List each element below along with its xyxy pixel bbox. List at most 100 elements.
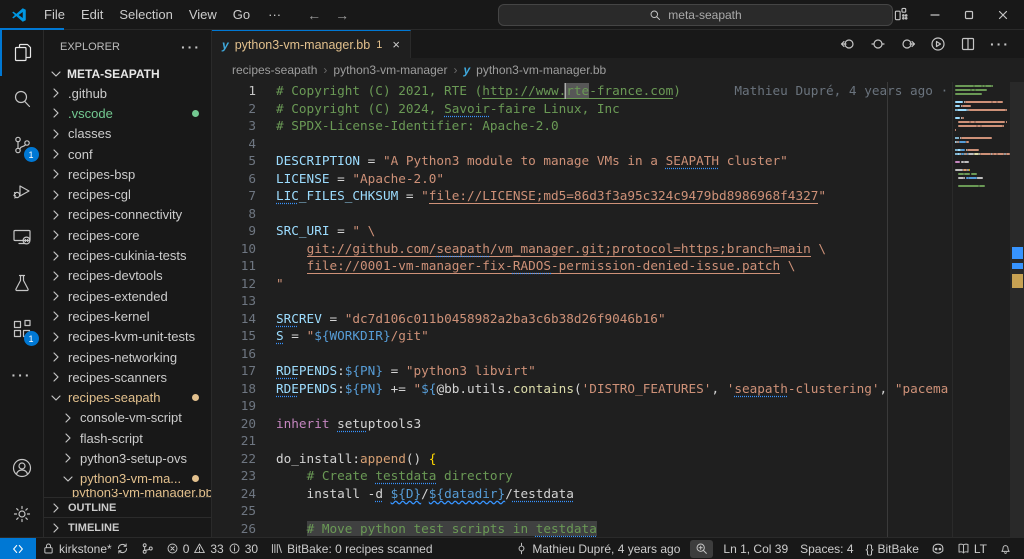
minimap[interactable] xyxy=(952,82,1010,537)
editor-scrollbar[interactable] xyxy=(1010,82,1024,537)
activity-testing-button[interactable] xyxy=(0,260,44,306)
outline-panel-header[interactable]: OUTLINE xyxy=(44,497,211,517)
tree-item-conf[interactable]: conf xyxy=(44,144,211,164)
previous-change-button[interactable] xyxy=(840,36,856,52)
tree-item-recipes-bsp[interactable]: recipes-bsp xyxy=(44,164,211,184)
code-line-25[interactable]: 25 xyxy=(212,502,1024,520)
code-line-6[interactable]: 6LICENSE = "Apache-2.0" xyxy=(212,170,1024,188)
tree-item-recipes-devtools[interactable]: recipes-devtools xyxy=(44,266,211,286)
tree-item-recipes-cukinia-tests[interactable]: recipes-cukinia-tests xyxy=(44,245,211,265)
tree-item-github[interactable]: .github xyxy=(44,83,211,103)
code-line-4[interactable]: 4 xyxy=(212,135,1024,153)
tree-item-python3-vm-manager-bb[interactable]: python3-vm-manager.bb xyxy=(44,489,211,497)
indentation-status[interactable]: Spaces: 4 xyxy=(794,538,859,559)
tab-python3-vm-manager[interactable]: y python3-vm-manager.bb 1 × xyxy=(212,30,411,58)
code-line-7[interactable]: 7LIC_FILES_CHKSUM = "file://LICENSE;md5=… xyxy=(212,187,1024,205)
activity-search-button[interactable] xyxy=(0,76,44,122)
nav-forward-button[interactable]: → xyxy=(335,7,349,23)
tree-item-python3-setup-ovs[interactable]: python3-setup-ovs xyxy=(44,448,211,468)
git-blame-status[interactable]: Mathieu Dupré, 4 years ago xyxy=(509,538,686,559)
code-line-1[interactable]: 1# Copyright (C) 2021, RTE (http://www.r… xyxy=(212,82,1024,100)
zoom-status-button[interactable] xyxy=(690,540,713,558)
activity-extensions-button[interactable]: 1 xyxy=(0,306,44,352)
activity-more-button[interactable]: ··· xyxy=(0,352,44,398)
code-line-13[interactable]: 13 xyxy=(212,292,1024,310)
nav-back-button[interactable]: ← xyxy=(307,7,321,23)
language-mode-status[interactable]: {} BitBake xyxy=(860,538,925,559)
tree-item-recipes-scanners[interactable]: recipes-scanners xyxy=(44,367,211,387)
close-window-button[interactable] xyxy=(990,3,1016,27)
activity-explorer-button[interactable] xyxy=(0,30,44,76)
tree-item-recipes-connectivity[interactable]: recipes-connectivity xyxy=(44,205,211,225)
restore-button[interactable] xyxy=(956,3,982,27)
languagetool-status[interactable]: LT xyxy=(951,538,993,559)
code-line-21[interactable]: 21 xyxy=(212,432,1024,450)
menu-go[interactable]: Go xyxy=(225,4,258,25)
tree-item-recipes-kernel[interactable]: recipes-kernel xyxy=(44,306,211,326)
code-line-11[interactable]: 11 file://0001-vm-manager-fix-RADOS-perm… xyxy=(212,257,1024,275)
tree-item-console-vm-script[interactable]: console-vm-script xyxy=(44,408,211,428)
code-line-20[interactable]: 20inherit setuptools3 xyxy=(212,415,1024,433)
breadcrumb-recipes-seapath[interactable]: recipes-seapath xyxy=(232,63,317,77)
cursor-position-status[interactable]: Ln 1, Col 39 xyxy=(717,538,794,559)
code-line-5[interactable]: 5DESCRIPTION = "A Python3 module to mana… xyxy=(212,152,1024,170)
tree-item-recipes-networking[interactable]: recipes-networking xyxy=(44,347,211,367)
code-line-26[interactable]: 26 # Move python test scripts in testdat… xyxy=(212,520,1024,538)
activity-remote-explorer-button[interactable] xyxy=(0,214,44,260)
run-button[interactable] xyxy=(930,36,946,52)
code-line-17[interactable]: 17RDEPENDS:${PN} = "python3 libvirt" xyxy=(212,362,1024,380)
code-line-24[interactable]: 24 install -d ${D}/${datadir}/testdata xyxy=(212,485,1024,503)
menu-more-button[interactable]: ··· xyxy=(260,4,289,25)
tree-item-recipes-core[interactable]: recipes-core xyxy=(44,225,211,245)
code-line-16[interactable]: 16 xyxy=(212,345,1024,363)
tree-root-folder[interactable]: META-SEAPATH xyxy=(44,64,211,83)
copilot-status-button[interactable] xyxy=(925,538,951,559)
tree-item-flash-script[interactable]: flash-script xyxy=(44,428,211,448)
activity-source-control-button[interactable]: 1 xyxy=(0,122,44,168)
breadcrumb-python3-vm-manager[interactable]: python3-vm-manager xyxy=(333,63,447,77)
compare-changes-button[interactable] xyxy=(870,36,886,52)
tree-item-classes[interactable]: classes xyxy=(44,124,211,144)
breadcrumb-python3-vm-manager-bb[interactable]: python3-vm-manager.bb xyxy=(476,63,606,77)
next-change-button[interactable] xyxy=(900,36,916,52)
code-line-22[interactable]: 22do_install:append() { xyxy=(212,450,1024,468)
code-line-3[interactable]: 3# SPDX-License-Identifier: Apache-2.0 xyxy=(212,117,1024,135)
menu-file[interactable]: File xyxy=(36,4,73,25)
accounts-button[interactable] xyxy=(0,445,44,491)
tree-item-recipes-seapath[interactable]: recipes-seapath xyxy=(44,387,211,407)
settings-button[interactable] xyxy=(0,491,44,537)
problems-indicator[interactable]: 0 33 30 xyxy=(160,538,264,559)
tree-item-vscode[interactable]: .vscode xyxy=(44,103,211,123)
tree-item-python3-vm-ma[interactable]: python3-vm-ma... xyxy=(44,469,211,489)
code-line-9[interactable]: 9SRC_URI = " \ xyxy=(212,222,1024,240)
code-line-15[interactable]: 15S = "${WORKDIR}/git" xyxy=(212,327,1024,345)
code-line-2[interactable]: 2# Copyright (C) 2024, Savoir-faire Linu… xyxy=(212,100,1024,118)
code-editor[interactable]: 1# Copyright (C) 2021, RTE (http://www.r… xyxy=(212,82,1024,537)
tree-item-recipes-extended[interactable]: recipes-extended xyxy=(44,286,211,306)
code-line-12[interactable]: 12" xyxy=(212,275,1024,293)
git-graph-button[interactable] xyxy=(135,538,160,559)
menu-edit[interactable]: Edit xyxy=(73,4,111,25)
tree-item-recipes-cgl[interactable]: recipes-cgl xyxy=(44,184,211,204)
code-line-23[interactable]: 23 # Create testdata directory xyxy=(212,467,1024,485)
bitbake-status[interactable]: BitBake: 0 recipes scanned xyxy=(264,538,438,559)
notifications-button[interactable] xyxy=(993,538,1018,559)
code-line-14[interactable]: 14SRCREV = "dc7d106c011b0458982a2ba3c6b3… xyxy=(212,310,1024,328)
menu-selection[interactable]: Selection xyxy=(111,4,180,25)
split-editor-button[interactable] xyxy=(960,36,976,52)
explorer-more-actions-button[interactable]: ··· xyxy=(181,39,201,55)
remote-indicator[interactable] xyxy=(0,538,36,559)
branch-indicator[interactable]: kirkstone* xyxy=(36,538,135,559)
code-line-18[interactable]: 18RDEPENDS:${PN} += "${@bb.utils.contain… xyxy=(212,380,1024,398)
code-line-19[interactable]: 19 xyxy=(212,397,1024,415)
code-line-8[interactable]: 8 xyxy=(212,205,1024,223)
code-line-10[interactable]: 10 git://github.com/seapath/vm_manager.g… xyxy=(212,240,1024,258)
timeline-panel-header[interactable]: TIMELINE xyxy=(44,517,211,537)
tree-item-recipes-kvm-unit-tests[interactable]: recipes-kvm-unit-tests xyxy=(44,327,211,347)
more-editor-actions-button[interactable]: ··· xyxy=(990,36,1010,52)
minimize-button[interactable] xyxy=(922,3,948,27)
command-center-search[interactable]: meta-seapath xyxy=(498,4,893,26)
close-tab-button[interactable]: × xyxy=(392,37,400,52)
menu-view[interactable]: View xyxy=(181,4,225,25)
activity-run-debug-button[interactable] xyxy=(0,168,44,214)
